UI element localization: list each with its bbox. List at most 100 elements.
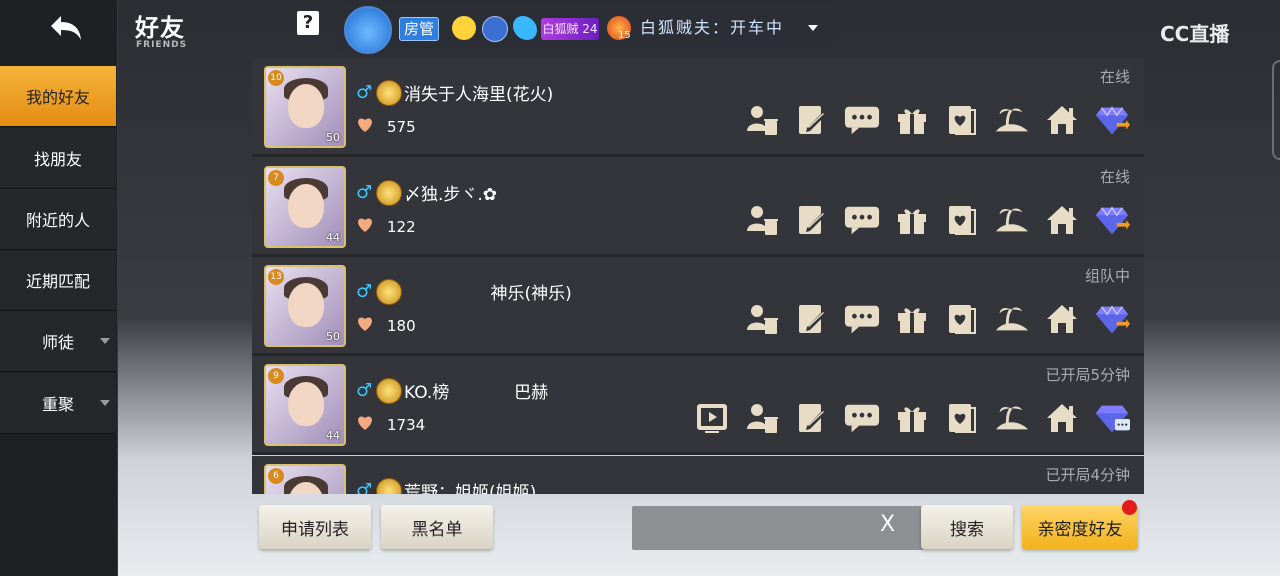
chat-icon[interactable] bbox=[844, 202, 880, 238]
note-icon[interactable] bbox=[794, 102, 830, 138]
heart-icon bbox=[356, 414, 374, 432]
friend-name: 〆独.步ヾ.✿ bbox=[404, 185, 498, 205]
sidebar-item-find-friends[interactable]: 找朋友 bbox=[0, 128, 116, 189]
avatar-level: 44 bbox=[326, 231, 340, 244]
intimacy-friends-button[interactable]: 亲密度好友 bbox=[1022, 505, 1138, 549]
friend-row[interactable]: 6 ♂ 荒野：姐姬(姐姬) 已开局4分钟 bbox=[252, 456, 1144, 494]
friend-avatar[interactable]: 6 bbox=[264, 464, 346, 494]
avatar-face bbox=[288, 382, 324, 426]
clear-search-icon[interactable]: X bbox=[880, 512, 895, 537]
friend-name: 荒野：姐姬(姐姬) bbox=[404, 483, 537, 494]
heart-icon bbox=[356, 315, 374, 333]
room-avatar[interactable] bbox=[344, 6, 392, 54]
avatar-face bbox=[288, 283, 324, 327]
friend-avatar[interactable]: 10 50 bbox=[264, 66, 346, 148]
gem-icon[interactable] bbox=[1094, 202, 1130, 238]
card-icon[interactable] bbox=[944, 202, 980, 238]
room-manager-badge: 房管 bbox=[399, 17, 440, 41]
island-icon[interactable] bbox=[994, 202, 1030, 238]
male-gender-icon: ♂ bbox=[356, 380, 373, 401]
remove-friend-icon[interactable] bbox=[744, 102, 780, 138]
status-text: 已开局4分钟 bbox=[1045, 466, 1130, 484]
sidebar-item-mentor[interactable]: 师徒 bbox=[0, 311, 116, 372]
note-icon[interactable] bbox=[794, 301, 830, 337]
gift-icon[interactable] bbox=[894, 102, 930, 138]
friend-avatar[interactable]: 7 44 bbox=[264, 166, 346, 248]
chat-icon[interactable] bbox=[844, 400, 880, 436]
male-gender-icon: ♂ bbox=[356, 82, 373, 103]
card-icon[interactable] bbox=[944, 102, 980, 138]
help-button[interactable]: ? bbox=[297, 11, 319, 35]
side-handle[interactable] bbox=[1272, 60, 1280, 160]
home-icon[interactable] bbox=[1044, 202, 1080, 238]
friend-name: 消失于人海里(花火) bbox=[404, 85, 554, 105]
home-icon[interactable] bbox=[1044, 400, 1080, 436]
card-icon[interactable] bbox=[944, 301, 980, 337]
heart-icon bbox=[356, 116, 374, 134]
friend-row[interactable]: 13 50 ♂ 神乐(神乐) 180 组队中 bbox=[252, 257, 1144, 356]
gift-icon[interactable] bbox=[894, 202, 930, 238]
friend-list[interactable]: 10 50 ♂ 消失于人海里(花火) 575 在线 7 44 ♂ 〆独.步ヾ.✿ 122 在线 13 50… bbox=[252, 58, 1144, 494]
back-button[interactable] bbox=[30, 6, 102, 50]
sidebar-item-recent-match[interactable]: 近期匹配 bbox=[0, 250, 116, 311]
note-icon[interactable] bbox=[794, 400, 830, 436]
note-icon[interactable] bbox=[794, 202, 830, 238]
friend-avatar[interactable]: 9 44 bbox=[264, 364, 346, 446]
apply-list-button[interactable]: 申请列表 bbox=[259, 505, 371, 549]
blacklist-button[interactable]: 黑名单 bbox=[381, 505, 493, 549]
sidebar-item-nearby[interactable]: 附近的人 bbox=[0, 189, 116, 250]
gift-icon[interactable] bbox=[894, 400, 930, 436]
intimacy-value: 180 bbox=[387, 317, 416, 335]
action-icons bbox=[744, 202, 1130, 238]
home-icon[interactable] bbox=[1044, 102, 1080, 138]
watermark-logo: CC直播 bbox=[1160, 22, 1230, 46]
male-gender-icon: ♂ bbox=[356, 480, 373, 494]
spectate-icon[interactable] bbox=[694, 400, 730, 436]
gem-icon[interactable] bbox=[1094, 400, 1130, 436]
avatar-level: 50 bbox=[326, 330, 340, 343]
status-text: 在线 bbox=[1099, 168, 1130, 186]
heart-icon bbox=[356, 216, 374, 234]
page-subtitle: FRIENDS bbox=[136, 40, 188, 50]
island-icon[interactable] bbox=[994, 102, 1030, 138]
remove-friend-icon[interactable] bbox=[744, 301, 780, 337]
avatar-face bbox=[288, 84, 324, 128]
fire-level: 15 bbox=[618, 30, 631, 41]
fan-badge: 白狐贼 24 bbox=[541, 18, 599, 40]
friend-row[interactable]: 9 44 ♂ KO.榜 巴赫 1734 已开局5分钟 bbox=[252, 356, 1144, 455]
avatar-face bbox=[288, 184, 324, 228]
sidebar-item-my-friends[interactable]: 我的好友 bbox=[0, 66, 116, 127]
remove-friend-icon[interactable] bbox=[744, 202, 780, 238]
home-icon[interactable] bbox=[1044, 301, 1080, 337]
shield-badge-icon bbox=[482, 16, 508, 42]
friend-avatar[interactable]: 13 50 bbox=[264, 265, 346, 347]
chat-icon[interactable] bbox=[844, 301, 880, 337]
gem-icon[interactable] bbox=[1094, 301, 1130, 337]
rank-medal-icon bbox=[376, 279, 402, 305]
rank-medal-icon bbox=[376, 180, 402, 206]
gem-icon[interactable] bbox=[1094, 102, 1130, 138]
room-name: 白狐贼夫：开车中 bbox=[640, 18, 785, 37]
chevron-down-icon[interactable] bbox=[808, 25, 818, 31]
status-text: 已开局5分钟 bbox=[1045, 366, 1130, 384]
gift-icon[interactable] bbox=[894, 301, 930, 337]
island-icon[interactable] bbox=[994, 400, 1030, 436]
back-arrow-icon bbox=[51, 16, 81, 40]
avatar-level: 50 bbox=[326, 131, 340, 144]
friend-row[interactable]: 7 44 ♂ 〆独.步ヾ.✿ 122 在线 bbox=[252, 158, 1144, 257]
status-text: 在线 bbox=[1099, 68, 1130, 86]
chat-icon[interactable] bbox=[844, 102, 880, 138]
island-icon[interactable] bbox=[994, 301, 1030, 337]
male-gender-icon: ♂ bbox=[356, 281, 373, 302]
card-icon[interactable] bbox=[944, 400, 980, 436]
friend-row[interactable]: 10 50 ♂ 消失于人海里(花火) 575 在线 bbox=[252, 58, 1144, 157]
remove-friend-icon[interactable] bbox=[744, 400, 780, 436]
emoji-icon bbox=[452, 16, 476, 40]
action-icons bbox=[744, 301, 1130, 337]
friend-name: 神乐(神乐) bbox=[404, 284, 572, 304]
rank-level-badge: 9 bbox=[268, 368, 284, 384]
intimacy-value: 575 bbox=[387, 118, 416, 136]
search-button[interactable]: 搜索 bbox=[921, 505, 1013, 549]
sidebar-item-reunion[interactable]: 重聚 bbox=[0, 373, 116, 434]
chevron-down-icon bbox=[100, 400, 110, 406]
